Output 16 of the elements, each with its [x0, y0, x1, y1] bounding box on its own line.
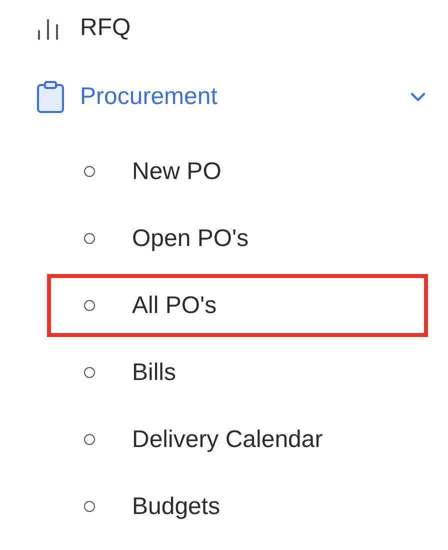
bullet-icon — [84, 501, 95, 512]
submenu-link[interactable]: Open PO's — [132, 220, 249, 256]
bullet-icon — [84, 300, 95, 311]
bullet-icon — [84, 367, 95, 378]
submenu-link[interactable]: Budgets — [132, 488, 220, 524]
submenu-link[interactable]: Delivery Calendar — [132, 422, 323, 458]
menu-group-label[interactable]: Procurement — [80, 79, 218, 115]
menu-link[interactable]: RFQ — [80, 10, 131, 46]
bullet-icon — [84, 233, 95, 244]
bullet-icon — [84, 166, 95, 177]
clipboard-icon — [37, 81, 64, 113]
bullet-icon — [84, 434, 95, 445]
chevron-icon[interactable] — [410, 92, 426, 102]
submenu-link[interactable]: Bills — [132, 354, 176, 390]
submenu-link[interactable]: New PO — [132, 154, 222, 190]
submenu-link[interactable]: All PO's — [132, 288, 217, 324]
